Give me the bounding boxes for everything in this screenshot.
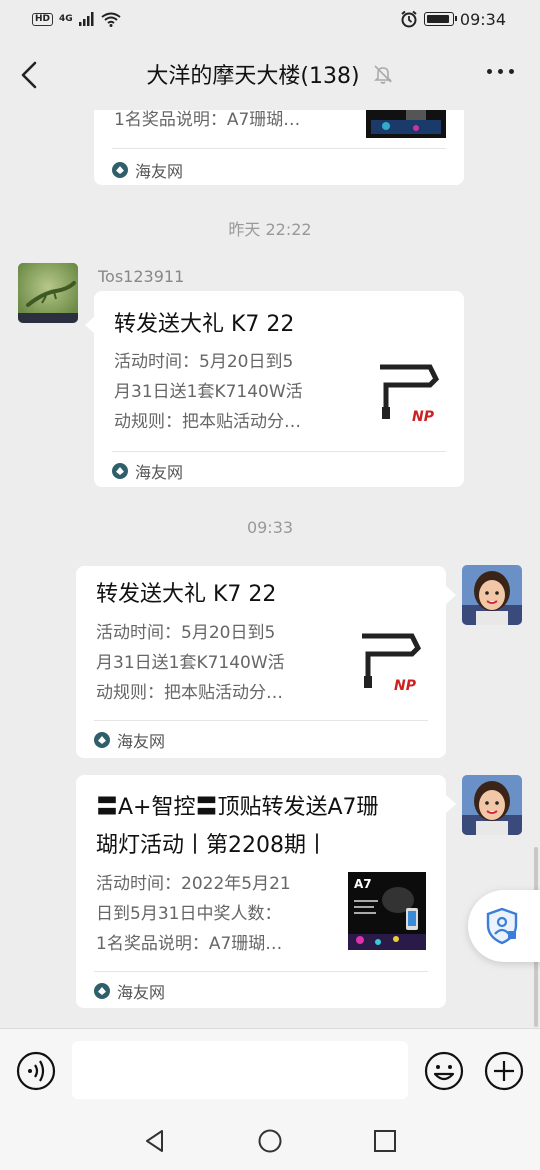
message-card[interactable]: 〓A+智控〓顶贴转发送A7珊 瑚灯活动丨第2208期丨 活动时间：2022年5月… <box>76 775 446 1008</box>
emoji-icon[interactable] <box>424 1051 464 1091</box>
status-left: HD 4G <box>32 12 121 27</box>
status-time: 09:34 <box>459 9 506 29</box>
card-title-line: 瑚灯活动丨第2208期丨 <box>96 833 328 858</box>
avatar-girl-image <box>462 565 522 625</box>
card-divider <box>94 720 428 721</box>
sender-name: Tos123911 <box>98 267 185 286</box>
message-card[interactable]: 转发送大礼 K7 22 活动时间：5月20日到5 月31日送1套K7140W活 … <box>76 566 446 758</box>
security-float-button[interactable] <box>468 890 540 962</box>
chat-header: 大洋的摩天大楼(138) <box>0 38 540 110</box>
bubble-tail <box>446 586 456 604</box>
message-card-partial[interactable]: 1名奖品说明：A7珊瑚… 海友网 <box>94 110 464 185</box>
hd-badge: HD <box>32 12 54 26</box>
source-logo-icon <box>112 463 128 479</box>
card-thumbnail: A7 <box>348 872 426 950</box>
status-right: 09:34 <box>400 10 506 29</box>
chat-title-group: 大洋的摩天大楼(138) <box>146 58 393 90</box>
card-thumbnail: NP <box>372 359 450 437</box>
card-source: 海友网 <box>94 979 165 1003</box>
card-source: 海友网 <box>94 728 165 752</box>
back-arrow-icon[interactable] <box>18 60 42 90</box>
wifi-icon <box>101 12 121 27</box>
shield-user-icon <box>486 907 518 945</box>
message-card[interactable]: 转发送大礼 K7 22 活动时间：5月20日到5 月31日送1套K7140W活 … <box>94 291 464 487</box>
card-desc-line: 日到5月31日中奖人数： <box>96 904 282 924</box>
message-input[interactable] <box>72 1041 408 1099</box>
thumb-label: A7 <box>354 877 372 891</box>
timestamp: 09:33 <box>246 518 294 537</box>
source-logo-icon <box>94 983 110 999</box>
plus-icon[interactable] <box>484 1051 524 1091</box>
source-logo-icon <box>94 732 110 748</box>
nav-recents-icon[interactable] <box>372 1128 398 1154</box>
source-name: 海友网 <box>135 463 184 482</box>
system-navigation-bar <box>0 1110 540 1170</box>
source-name: 海友网 <box>117 732 166 751</box>
battery-icon <box>423 12 457 26</box>
source-logo-icon <box>112 162 128 178</box>
avatar[interactable] <box>462 565 522 625</box>
thumb-brand: NP <box>394 678 417 694</box>
source-name: 海友网 <box>135 162 184 181</box>
card-thumbnail <box>366 110 446 138</box>
card-desc-line: 活动时间：5月20日到5 <box>114 352 294 372</box>
nav-back-icon[interactable] <box>142 1128 168 1154</box>
card-desc-line: 1名奖品说明：A7珊瑚… <box>96 934 283 954</box>
card-title: 转发送大礼 K7 22 <box>114 312 295 337</box>
avatar[interactable] <box>462 775 522 835</box>
chat-messages[interactable]: 1名奖品说明：A7珊瑚… 海友网 昨天 22:22 Tos123911 转发送大… <box>0 110 540 1028</box>
nav-home-icon[interactable] <box>257 1128 283 1154</box>
card-desc-line: 活动时间：2022年5月21 <box>96 874 291 894</box>
card-desc-line: 1名奖品说明：A7珊瑚… <box>114 110 301 130</box>
status-bar: HD 4G 09:34 <box>0 0 540 38</box>
network-type: 4G <box>59 14 73 24</box>
card-divider <box>112 148 446 149</box>
card-desc-line: 动规则：把本贴活动分… <box>96 683 283 703</box>
source-name: 海友网 <box>117 983 166 1002</box>
card-title-line: 〓A+智控〓顶贴转发送A7珊 <box>96 795 379 820</box>
card-title: 转发送大礼 K7 22 <box>96 582 277 607</box>
avatar-girl-image <box>462 775 522 835</box>
card-divider <box>112 451 446 452</box>
card-divider <box>94 971 428 972</box>
card-desc-line: 动规则：把本贴活动分… <box>114 412 301 432</box>
bubble-tail <box>446 795 456 813</box>
card-desc-line: 月31日送1套K7140W活 <box>96 653 285 673</box>
avatar[interactable] <box>18 263 78 323</box>
more-dots-icon[interactable] <box>487 69 514 74</box>
card-source: 海友网 <box>112 158 183 182</box>
thumb-brand: NP <box>412 409 435 425</box>
card-thumbnail: NP <box>354 628 432 706</box>
card-desc-line: 月31日送1套K7140W活 <box>114 382 303 402</box>
timestamp: 昨天 22:22 <box>228 220 312 239</box>
avatar-lizard-image <box>18 263 78 323</box>
voice-icon[interactable] <box>16 1051 56 1091</box>
chat-title: 大洋的摩天大楼(138) <box>146 64 360 89</box>
card-source: 海友网 <box>112 459 183 483</box>
alarm-icon <box>401 10 417 28</box>
bell-muted-icon <box>373 65 392 84</box>
card-desc-line: 活动时间：5月20日到5 <box>96 623 276 643</box>
input-bar <box>0 1028 540 1110</box>
signal-icon <box>78 12 94 26</box>
